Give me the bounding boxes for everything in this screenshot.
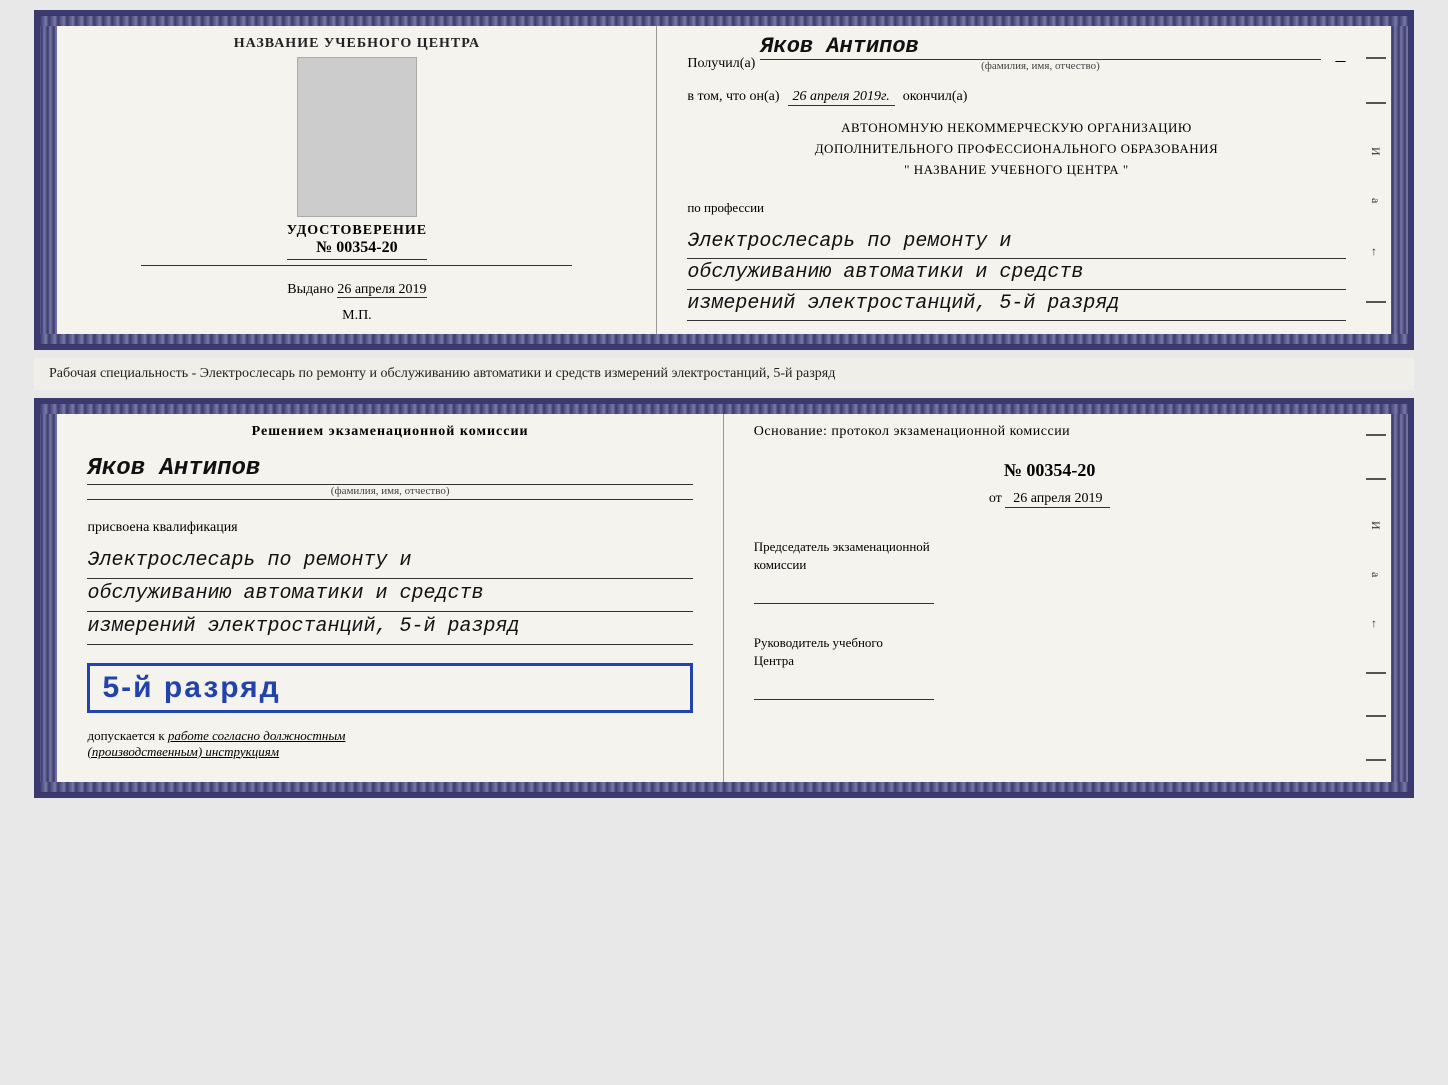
issued-label: Выдано bbox=[287, 282, 334, 297]
director-section: Руководитель учебного Центра bbox=[754, 634, 1346, 700]
mp-label: М.П. bbox=[342, 308, 372, 324]
spine-right-bottom bbox=[1391, 404, 1408, 792]
director-label-2: Центра bbox=[754, 653, 794, 668]
protocol-date-value: 26 апреля 2019 bbox=[1005, 491, 1110, 508]
qual-line1: Электрослесарь по ремонту и bbox=[87, 546, 692, 579]
allowed-prefix: допускается к bbox=[87, 728, 164, 743]
spine-letter-a: а bbox=[1368, 198, 1383, 203]
spine-left-bottom bbox=[40, 404, 57, 792]
spine-dash-b5 bbox=[1366, 759, 1386, 761]
qual-line2: обслуживанию автоматики и средств bbox=[87, 579, 692, 612]
spine-letter-i: И bbox=[1368, 147, 1383, 156]
decision-title: Решением экзаменационной комиссии bbox=[87, 424, 692, 440]
issued-section: Выдано 26 апреля 2019 bbox=[287, 282, 426, 298]
spine-dash-b1 bbox=[1366, 434, 1386, 436]
spine-letter-b-a: а bbox=[1368, 572, 1383, 577]
allowed-value: работе согласно должностным bbox=[168, 728, 346, 743]
cert-right-panel: Получил(а) Яков Антипов (фамилия, имя, о… bbox=[657, 16, 1390, 344]
prof-line3: измерений электростанций, 5-й разряд bbox=[687, 290, 1345, 321]
spine-right-top bbox=[1391, 16, 1408, 344]
person-name-sub: (фамилия, имя, отчество) bbox=[87, 485, 692, 500]
received-line: Получил(а) Яков Антипов (фамилия, имя, о… bbox=[687, 34, 1345, 72]
qual-line3: измерений электростанций, 5-й разряд bbox=[87, 612, 692, 645]
profession-value: Электрослесарь по ремонту и обслуживанию… bbox=[687, 228, 1345, 321]
certificate-bottom: Решением экзаменационной комиссии Яков А… bbox=[34, 398, 1414, 798]
qualification-label: присвоена квалификация bbox=[87, 520, 692, 536]
received-prefix: Получил(а) bbox=[687, 56, 755, 72]
allowed-value2: (производственным) инструкциям bbox=[87, 744, 279, 759]
date-line: в том, что он(а) 26 апреля 2019г. окончи… bbox=[687, 89, 1345, 106]
qualification-value: Электрослесарь по ремонту и обслуживанию… bbox=[87, 546, 692, 645]
middle-strip: Рабочая специальность - Электрослесарь п… bbox=[34, 358, 1414, 390]
spine-letter-arrow: ← bbox=[1368, 246, 1383, 258]
name-subtitle-top: (фамилия, имя, отчество) bbox=[760, 60, 1320, 72]
cert-number-section: УДОСТОВЕРЕНИЕ № 00354-20 bbox=[287, 223, 427, 260]
org-block: АВТОНОМНУЮ НЕКОММЕРЧЕСКУЮ ОРГАНИЗАЦИЮ ДО… bbox=[687, 118, 1345, 180]
received-name: Яков Антипов bbox=[760, 34, 1320, 60]
middle-text: Рабочая специальность - Электрослесарь п… bbox=[49, 366, 835, 381]
chairman-label: Председатель экзаменационной комиссии bbox=[754, 538, 1346, 574]
director-label: Руководитель учебного Центра bbox=[754, 634, 1346, 670]
date-prefix-bottom: от bbox=[989, 491, 1002, 506]
cert-bottom-right: Основание: протокол экзаменационной коми… bbox=[724, 404, 1391, 792]
chairman-label-2: комиссии bbox=[754, 557, 807, 572]
cert-bottom-left: Решением экзаменационной комиссии Яков А… bbox=[57, 404, 723, 792]
prof-line1: Электрослесарь по ремонту и bbox=[687, 228, 1345, 259]
spine-dash-b3 bbox=[1366, 672, 1386, 674]
basis-label: Основание: протокол экзаменационной коми… bbox=[754, 424, 1346, 440]
director-signature-line bbox=[754, 675, 934, 700]
rank-badge-text: 5-й разряд bbox=[102, 671, 280, 704]
date-suffix: окончил(а) bbox=[903, 89, 968, 105]
document-wrapper: НАЗВАНИЕ УЧЕБНОГО ЦЕНТРА УДОСТОВЕРЕНИЕ №… bbox=[34, 10, 1414, 798]
spine-letter-b-i: И bbox=[1368, 521, 1383, 530]
date-prefix: в том, что он(а) bbox=[687, 89, 779, 105]
issued-date: 26 апреля 2019 bbox=[337, 282, 426, 298]
right-spine-marks-top: И а ← bbox=[1361, 16, 1391, 344]
spine-dash-3 bbox=[1366, 301, 1386, 303]
dash-1: – bbox=[1336, 49, 1346, 72]
rank-badge: 5-й разряд bbox=[87, 663, 692, 713]
protocol-date: от 26 апреля 2019 bbox=[754, 491, 1346, 508]
chairman-signature-line bbox=[754, 579, 934, 604]
spine-letter-b-arrow: ← bbox=[1368, 618, 1383, 630]
spine-dash-b2 bbox=[1366, 478, 1386, 480]
spine-left bbox=[40, 16, 57, 344]
org-line3: " НАЗВАНИЕ УЧЕБНОГО ЦЕНТРА " bbox=[687, 160, 1345, 181]
allowed-section: допускается к работе согласно должностны… bbox=[87, 728, 692, 760]
org-line1: АВТОНОМНУЮ НЕКОММЕРЧЕСКУЮ ОРГАНИЗАЦИЮ bbox=[687, 118, 1345, 139]
prof-line2: обслуживанию автоматики и средств bbox=[687, 259, 1345, 290]
spine-dash-2 bbox=[1366, 102, 1386, 104]
training-center-title: НАЗВАНИЕ УЧЕБНОГО ЦЕНТРА bbox=[234, 36, 480, 52]
chairman-section: Председатель экзаменационной комиссии bbox=[754, 538, 1346, 604]
bottom-person-name: Яков Антипов (фамилия, имя, отчество) bbox=[87, 450, 692, 500]
cert-left-panel: НАЗВАНИЕ УЧЕБНОГО ЦЕНТРА УДОСТОВЕРЕНИЕ №… bbox=[57, 16, 657, 344]
person-name-large: Яков Антипов bbox=[87, 455, 692, 485]
certificate-top: НАЗВАНИЕ УЧЕБНОГО ЦЕНТРА УДОСТОВЕРЕНИЕ №… bbox=[34, 10, 1414, 350]
spine-dash-b4 bbox=[1366, 715, 1386, 717]
chairman-label-1: Председатель экзаменационной bbox=[754, 539, 930, 554]
director-label-1: Руководитель учебного bbox=[754, 635, 883, 650]
profession-label: по профессии bbox=[687, 200, 1345, 216]
right-spine-marks-bottom: И а ← bbox=[1361, 404, 1391, 792]
org-line2: ДОПОЛНИТЕЛЬНОГО ПРОФЕССИОНАЛЬНОГО ОБРАЗО… bbox=[687, 139, 1345, 160]
cert-label: УДОСТОВЕРЕНИЕ bbox=[287, 223, 427, 239]
date-value: 26 апреля 2019г. bbox=[788, 89, 895, 106]
spine-dash-1 bbox=[1366, 57, 1386, 59]
protocol-number: № 00354-20 bbox=[754, 460, 1346, 481]
cert-number: № 00354-20 bbox=[287, 239, 427, 260]
photo-placeholder bbox=[297, 57, 417, 217]
